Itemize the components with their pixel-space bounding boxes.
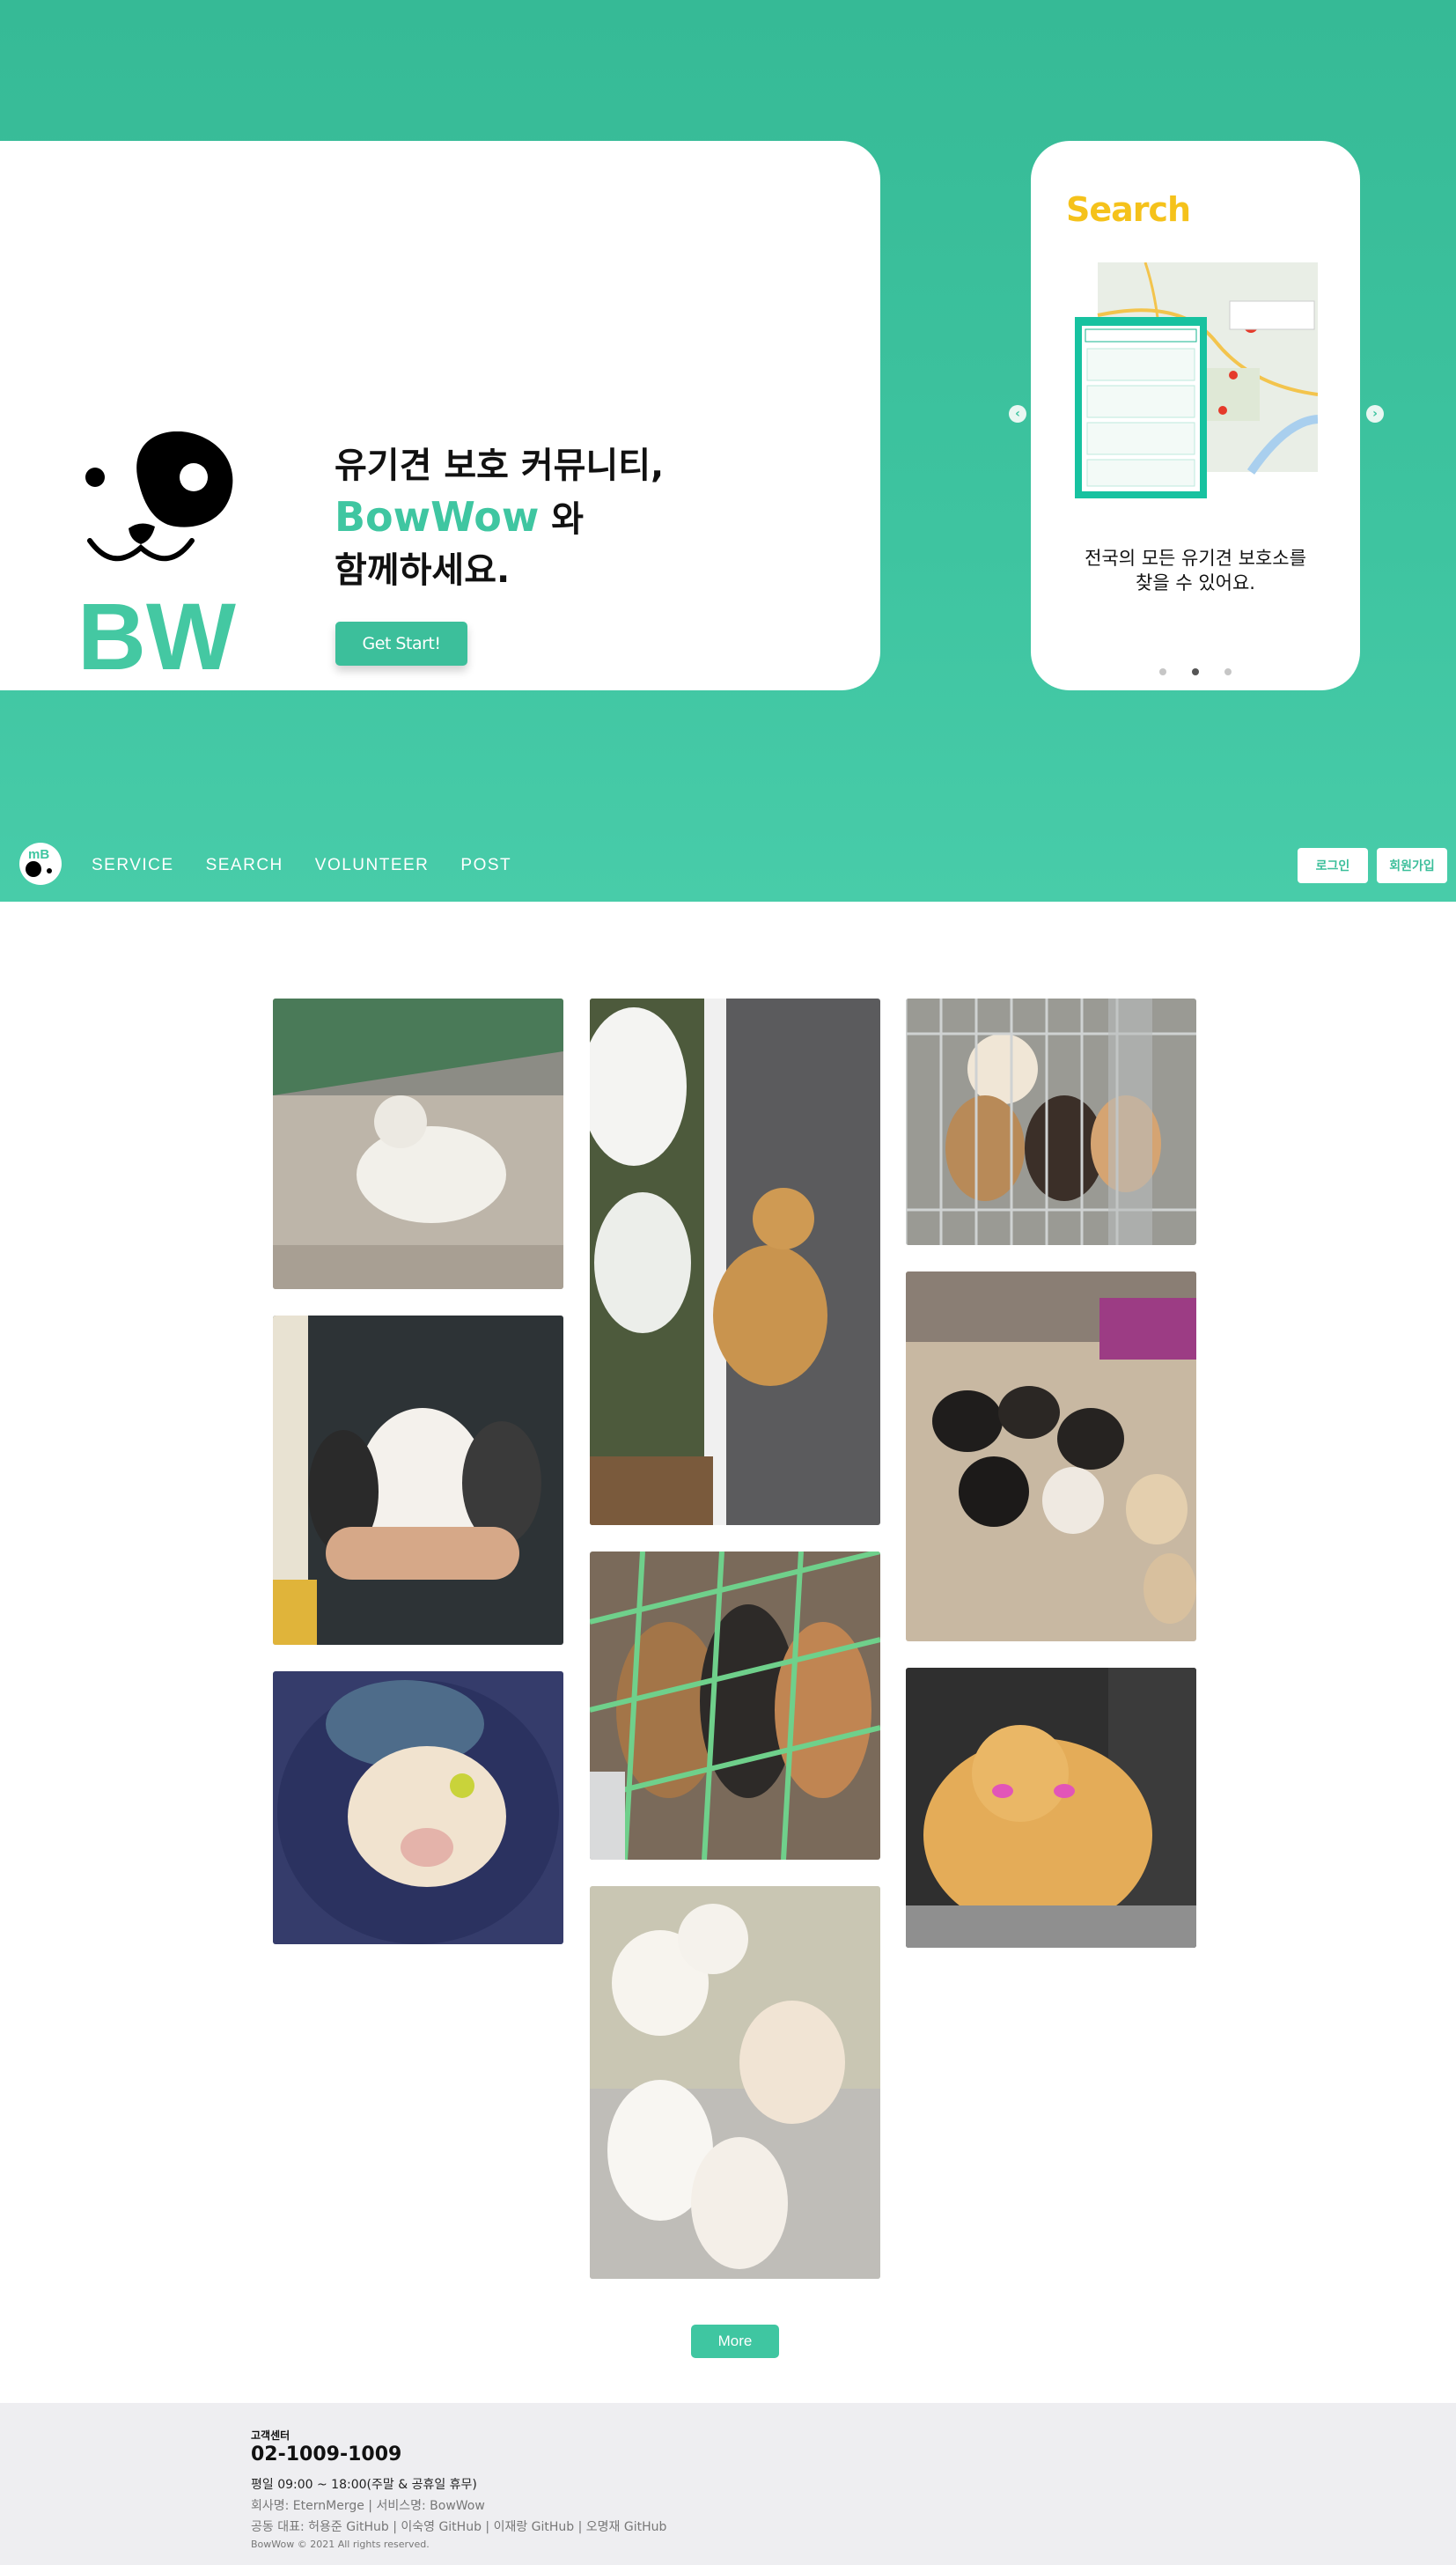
nav-link-service[interactable]: SERVICE — [92, 856, 174, 875]
get-start-button[interactable]: Get Start! — [335, 622, 467, 666]
nav-link-post[interactable]: POST — [460, 856, 511, 875]
footer-copyright: BowWow © 2021 All rights reserved. — [251, 2539, 430, 2550]
intro-card: BW 유기견 보호 커뮤니티, BowWow 와 함께하세요. Get Star… — [0, 141, 880, 690]
gallery-photo-4[interactable] — [273, 1316, 563, 1645]
gallery-photo-5[interactable] — [906, 1271, 1196, 1641]
nav-logo[interactable]: mB — [18, 841, 63, 887]
caption-line-1: 전국의 모든 유기견 보호소를 — [1085, 548, 1306, 569]
main-navbar: mB SERVICE SEARCH VOLUNTEER POST 로그인 회원가… — [0, 831, 1456, 902]
gallery-photo-2[interactable] — [590, 999, 880, 1525]
hero-section: BW 유기견 보호 커뮤니티, BowWow 와 함께하세요. Get Star… — [0, 0, 1456, 902]
gallery-photo-7[interactable] — [590, 1552, 880, 1860]
slider-next-button[interactable]: › — [1366, 405, 1384, 423]
bowwow-logo: BW — [77, 431, 236, 678]
svg-text:BW: BW — [77, 583, 236, 678]
footer-company: 회사명: EternMerge | 서비스명: BowWow — [251, 2499, 485, 2513]
nav-link-search[interactable]: SEARCH — [206, 856, 283, 875]
slider-prev-button[interactable]: ‹ — [1009, 405, 1026, 423]
headline-line-1: 유기견 보호 커뮤니티, — [335, 446, 665, 486]
footer-representatives: 공동 대표: 허용준 GitHub | 이숙영 GitHub | 이재랑 Git… — [251, 2520, 667, 2534]
slider-dot-3[interactable] — [1224, 668, 1232, 675]
slide-caption: 전국의 모든 유기견 보호소를 찾을 수 있어요. — [1031, 546, 1360, 595]
gallery-photo-6[interactable] — [273, 1671, 563, 1944]
footer: 고객센터 02-1009-1009 평일 09:00 ~ 18:00(주말 & … — [0, 2403, 1456, 2565]
gallery-photo-3[interactable] — [906, 999, 1196, 1245]
login-button[interactable]: 로그인 — [1298, 848, 1368, 883]
nav-links: SERVICE SEARCH VOLUNTEER POST — [92, 856, 543, 875]
caption-line-2: 찾을 수 있어요. — [1136, 572, 1255, 593]
brand-name: BowWow — [335, 493, 540, 541]
headline-line-2: BowWow 와 — [335, 491, 827, 545]
gallery-photo-1[interactable] — [273, 999, 563, 1289]
gallery-photo-8[interactable] — [906, 1668, 1196, 1948]
footer-phone: 02-1009-1009 — [251, 2443, 402, 2465]
search-map-screenshot — [1075, 262, 1318, 498]
slider-pagination — [1031, 662, 1360, 679]
chevron-left-icon: ‹ — [1015, 407, 1020, 421]
slider-dot-2[interactable] — [1192, 668, 1199, 675]
signup-button[interactable]: 회원가입 — [1377, 848, 1447, 883]
slide-title: Search — [1066, 190, 1191, 229]
svg-text:mB: mB — [28, 847, 49, 862]
nav-link-volunteer[interactable]: VOLUNTEER — [315, 856, 430, 875]
hero-headline: 유기견 보호 커뮤니티, BowWow 와 함께하세요. — [335, 440, 827, 596]
footer-hours: 평일 09:00 ~ 18:00(주말 & 공휴일 휴무) — [251, 2478, 477, 2492]
chevron-right-icon: › — [1372, 407, 1378, 421]
footer-label: 고객센터 — [251, 2429, 290, 2442]
headline-line-3: 함께하세요. — [335, 550, 511, 591]
more-button[interactable]: More — [691, 2325, 779, 2358]
feature-slider-card: Search 전국의 모든 유기견 보호소를 찾을 수 있어요. — [1031, 141, 1360, 690]
slider-dot-1[interactable] — [1158, 668, 1166, 675]
headline-brand-suffix: 와 — [539, 499, 585, 540]
gallery-photo-9[interactable] — [590, 1886, 880, 2279]
